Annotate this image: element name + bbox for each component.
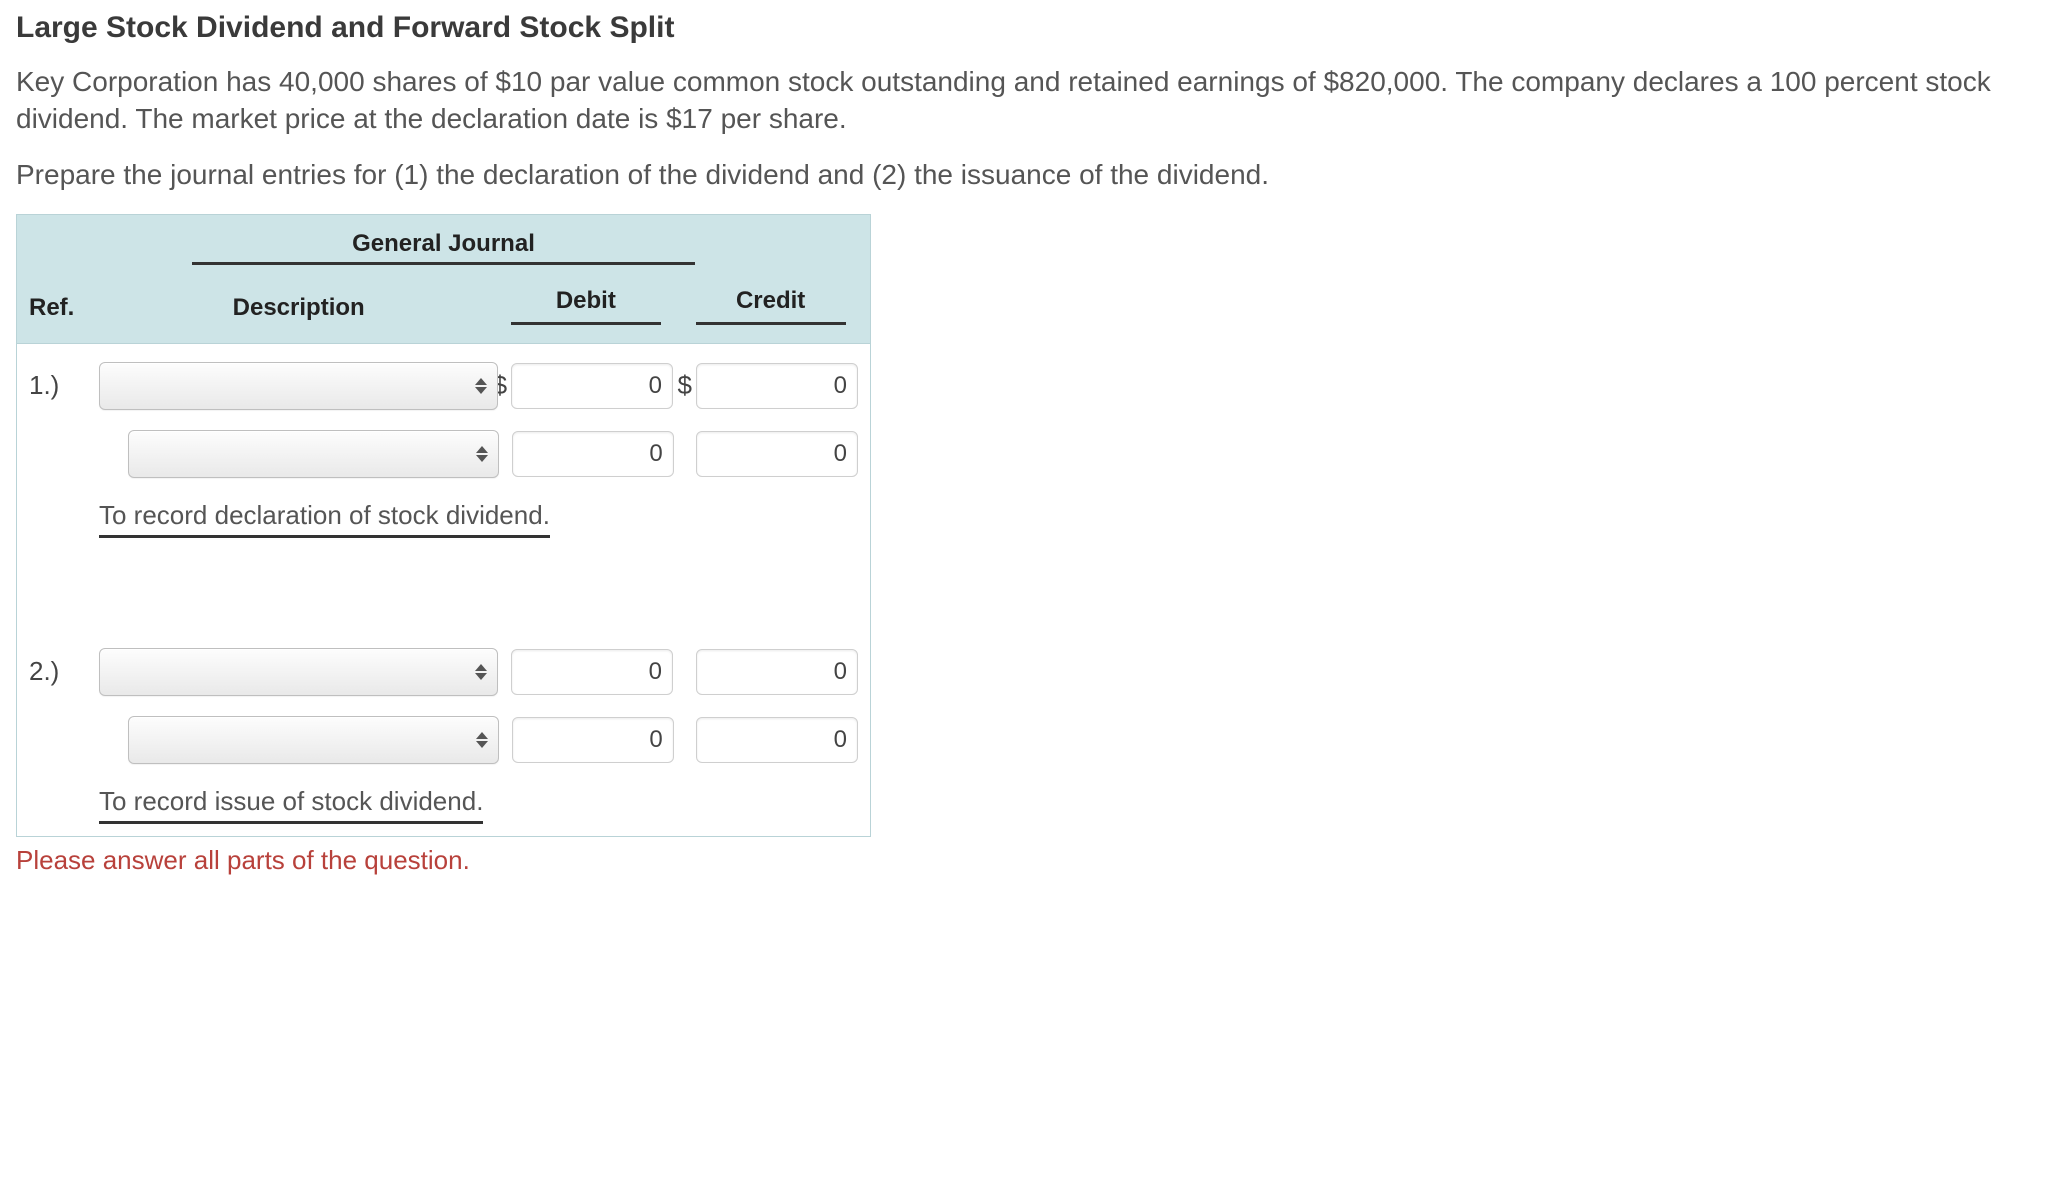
entry-note: To record declaration of stock dividend. [99, 498, 550, 538]
underline-divider [696, 322, 846, 325]
credit-input[interactable] [696, 431, 858, 477]
general-journal: General Journal Ref. Description Debit C… [16, 214, 871, 837]
journal-heading: General Journal [192, 228, 695, 265]
stepper-icon [475, 373, 489, 399]
underline-divider [511, 322, 661, 325]
col-header-ref: Ref. [29, 292, 99, 324]
col-header-credit-label: Credit [736, 287, 805, 314]
ref-label: 1.) [29, 368, 99, 403]
debit-input[interactable] [511, 649, 673, 695]
credit-input[interactable] [696, 363, 858, 409]
instruction-text: Prepare the journal entries for (1) the … [16, 156, 2016, 194]
credit-input[interactable] [696, 649, 858, 695]
journal-row: 1.) $ $ [17, 344, 870, 420]
currency-symbol: $ [678, 368, 696, 403]
ref-label: 2.) [29, 654, 99, 689]
credit-input[interactable] [696, 717, 858, 763]
journal-row: $ $ [17, 706, 870, 774]
debit-input[interactable] [512, 431, 674, 477]
debit-input[interactable] [512, 717, 674, 763]
error-message: Please answer all parts of the question. [16, 843, 871, 878]
account-select[interactable] [99, 648, 498, 696]
account-select[interactable] [128, 716, 499, 764]
column-headers-row: Ref. Description Debit Credit [17, 271, 870, 342]
problem-paragraph: Key Corporation has 40,000 shares of $10… [16, 63, 2016, 139]
journal-row: $ $ [17, 420, 870, 488]
col-header-debit: Debit [498, 285, 673, 324]
col-header-debit-label: Debit [556, 287, 616, 314]
account-select[interactable] [128, 430, 499, 478]
entry-note-row: To record issue of stock dividend. [17, 774, 870, 836]
entry-note: To record issue of stock dividend. [99, 784, 483, 824]
entry-note-row: To record declaration of stock dividend. [17, 488, 870, 568]
account-select[interactable] [99, 362, 498, 410]
stepper-icon [476, 727, 490, 753]
debit-input[interactable] [511, 363, 673, 409]
col-header-credit: Credit [683, 285, 858, 324]
journal-row: 2.) $ $ [17, 638, 870, 706]
col-header-description: Description [99, 292, 499, 324]
stepper-icon [475, 659, 489, 685]
page-title: Large Stock Dividend and Forward Stock S… [16, 8, 2016, 49]
stepper-icon [476, 441, 490, 467]
